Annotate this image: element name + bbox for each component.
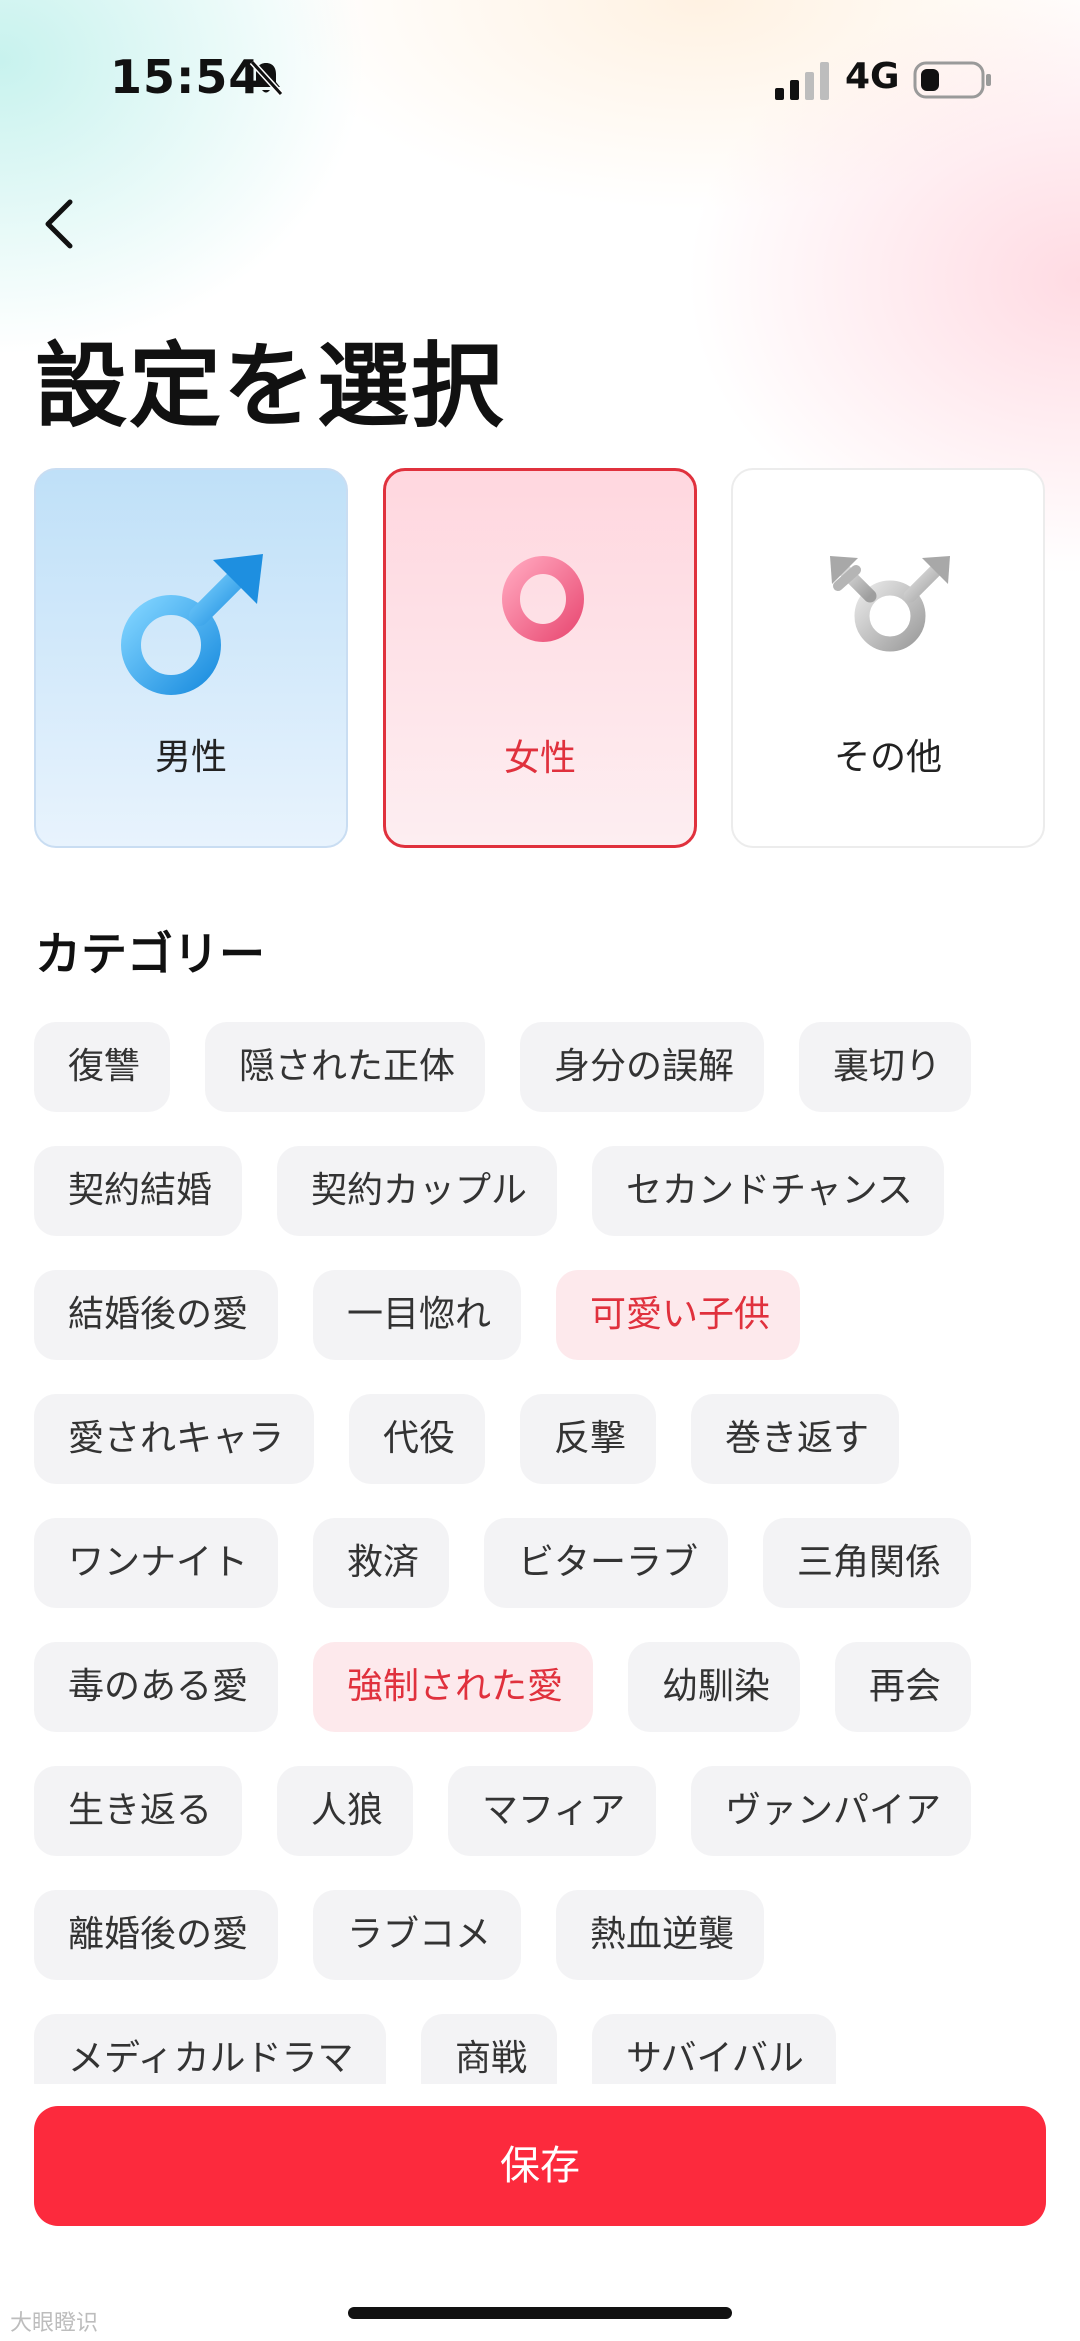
transgender-symbol-icon: [830, 556, 950, 700]
category-tag[interactable]: 裏切り: [799, 1022, 971, 1112]
category-tag[interactable]: セカンドチャンス: [592, 1146, 944, 1236]
category-tag[interactable]: ビターラブ: [484, 1518, 728, 1608]
status-time: 15:54: [110, 50, 262, 104]
home-indicator: [348, 2307, 732, 2319]
category-tag[interactable]: 毒のある愛: [34, 1642, 278, 1732]
female-symbol-icon: [502, 556, 584, 701]
category-tag[interactable]: 反撃: [520, 1394, 656, 1484]
category-tag[interactable]: 商戦: [421, 2014, 557, 2084]
watermark-logo: 大眼瞪识: [10, 2311, 99, 2336]
gender-label-male: 男性: [154, 737, 227, 778]
category-tag[interactable]: メディカルドラマ: [34, 2014, 386, 2084]
category-tag-list: 復讐 隠された正体 身分の誤解 裏切り 契約結婚 契約カップル セカンドチャンス…: [0, 1000, 1080, 2084]
category-tag[interactable]: 結婚後の愛: [34, 1270, 278, 1360]
page-title: 設定を選択: [35, 333, 506, 440]
category-tag[interactable]: 契約カップル: [277, 1146, 557, 1236]
status-bar: 15:54 4G: [0, 0, 1080, 160]
category-tag[interactable]: 離婚後の愛: [34, 1890, 278, 1980]
category-tag-selected[interactable]: 可愛い子供: [556, 1270, 800, 1360]
category-tag[interactable]: 救済: [313, 1518, 449, 1608]
bell-slash-icon: [249, 59, 284, 97]
gender-option-other[interactable]: その他: [731, 468, 1045, 848]
category-tag[interactable]: 幼馴染: [628, 1642, 800, 1732]
category-tag[interactable]: 巻き返す: [691, 1394, 899, 1484]
category-tag[interactable]: ラブコメ: [313, 1890, 521, 1980]
category-tag[interactable]: 代役: [349, 1394, 485, 1484]
category-tag[interactable]: マフィア: [448, 1766, 656, 1856]
category-tag[interactable]: ヴァンパイア: [691, 1766, 971, 1856]
category-tag[interactable]: 身分の誤解: [520, 1022, 764, 1112]
category-tag[interactable]: 三角関係: [763, 1518, 971, 1608]
category-tag[interactable]: 契約結婚: [34, 1146, 242, 1236]
signal-icon: [775, 62, 829, 100]
category-tag[interactable]: 復讐: [34, 1022, 170, 1112]
category-tag[interactable]: 人狼: [277, 1766, 413, 1856]
male-symbol-icon: [121, 554, 263, 695]
gender-label-other: その他: [833, 737, 942, 778]
gender-label-female: 女性: [503, 738, 576, 779]
category-tag[interactable]: 生き返る: [34, 1766, 242, 1856]
category-tag[interactable]: サバイバル: [592, 2014, 836, 2084]
category-section-title: カテゴリー: [35, 927, 265, 981]
back-button[interactable]: [30, 188, 86, 260]
network-type: 4G: [845, 56, 900, 97]
category-tag[interactable]: 熱血逆襲: [556, 1890, 764, 1980]
category-tag[interactable]: ワンナイト: [34, 1518, 278, 1608]
category-tag-selected[interactable]: 強制された愛: [313, 1642, 593, 1732]
battery-icon: [913, 61, 991, 99]
category-tag[interactable]: 隠された正体: [205, 1022, 485, 1112]
category-tag[interactable]: 再会: [835, 1642, 971, 1732]
gender-option-male[interactable]: 男性: [34, 468, 348, 848]
chevron-left-icon: [45, 199, 73, 249]
category-tag[interactable]: 一目惚れ: [313, 1270, 521, 1360]
save-button[interactable]: 保存: [34, 2106, 1046, 2226]
gender-option-female[interactable]: 女性: [383, 468, 697, 848]
category-tag[interactable]: 愛されキャラ: [34, 1394, 314, 1484]
